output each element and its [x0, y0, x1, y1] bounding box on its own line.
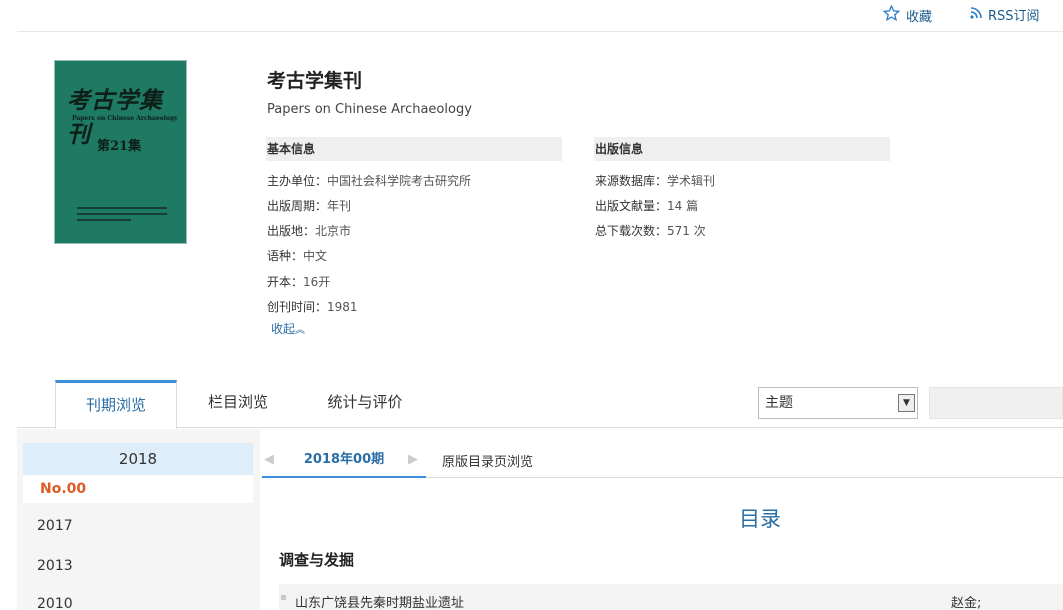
info-format: 开本：16开 [267, 275, 331, 289]
info-doc-count: 出版文献量：14 篇 [595, 199, 699, 213]
article-row: 山东广饶县先秦时期盐业遗址 赵金; [279, 584, 1063, 610]
year-list: 2018 No.00 2017 2013 2010 [17, 429, 260, 610]
toc-title: 目录 [739, 507, 781, 531]
publish-info-heading: 出版信息 [594, 137, 890, 161]
rss-label: RSS订阅 [988, 9, 1040, 24]
tab-issue-browse[interactable]: 刊期浏览 [55, 380, 177, 429]
bullet-icon [281, 595, 286, 600]
cover-volume: 第21集 [97, 139, 142, 154]
info-founded: 创刊时间：1981 [267, 300, 358, 314]
info-source-db: 来源数据库：学术辑刊 [595, 174, 716, 188]
rss-icon [970, 6, 982, 23]
favorite-link[interactable]: 收藏 [882, 4, 933, 25]
search-input[interactable] [929, 387, 1063, 419]
section-heading: 调查与发掘 [279, 551, 355, 569]
info-downloads: 总下载次数：571 次 [595, 224, 706, 238]
current-issue-tab[interactable]: 2018年00期 [262, 440, 426, 478]
star-icon [882, 4, 901, 25]
cover-subtitle: Papers on Chinese Archaeology [72, 115, 178, 122]
article-title-link[interactable]: 山东广饶县先秦时期盐业遗址 [295, 592, 464, 610]
info-cycle: 出版周期：年刊 [267, 199, 352, 213]
original-toc-link[interactable]: 原版目录页浏览 [442, 451, 533, 470]
rss-link[interactable]: RSS订阅 [970, 5, 1040, 24]
journal-title: 考古学集刊 [267, 70, 363, 92]
article-author-link[interactable]: 赵金; [951, 592, 981, 610]
prev-issue-icon[interactable]: ◀ [264, 452, 274, 467]
year-item-active[interactable]: 2018 [23, 443, 253, 475]
tab-statistics[interactable]: 统计与评价 [315, 380, 415, 428]
collapse-button[interactable]: 收起︽ [271, 320, 305, 337]
dropdown-arrow-icon: ▼ [898, 394, 915, 412]
journal-cover: 考古学集刊 Papers on Chinese Archaeology 第21集 [54, 60, 187, 244]
cover-decoration [77, 207, 167, 229]
next-issue-icon[interactable]: ▶ [408, 452, 418, 467]
issue-item-active[interactable]: No.00 [23, 475, 253, 503]
journal-en-title: Papers on Chinese Archaeology [267, 102, 472, 117]
year-item[interactable]: 2010 [37, 596, 73, 610]
info-sponsor: 主办单位：中国社会科学院考古研究所 [267, 174, 472, 188]
year-item[interactable]: 2013 [37, 558, 73, 574]
info-place: 出版地：北京市 [267, 224, 352, 238]
tab-column-browse[interactable]: 栏目浏览 [187, 380, 289, 428]
double-chevron-up-icon: ︽ [295, 325, 306, 336]
issue-bar: 2018年00期 ◀ ▶ 原版目录页浏览 [262, 440, 1063, 478]
basic-info-heading: 基本信息 [266, 137, 562, 161]
year-item[interactable]: 2017 [37, 518, 73, 534]
search-field-value: 主题 [765, 395, 793, 411]
favorite-label: 收藏 [906, 9, 933, 25]
info-language: 语种：中文 [267, 249, 328, 263]
top-bar: 收藏 RSS订阅 [17, 0, 1063, 32]
search-field-select[interactable]: 主题 ▼ [758, 387, 918, 419]
